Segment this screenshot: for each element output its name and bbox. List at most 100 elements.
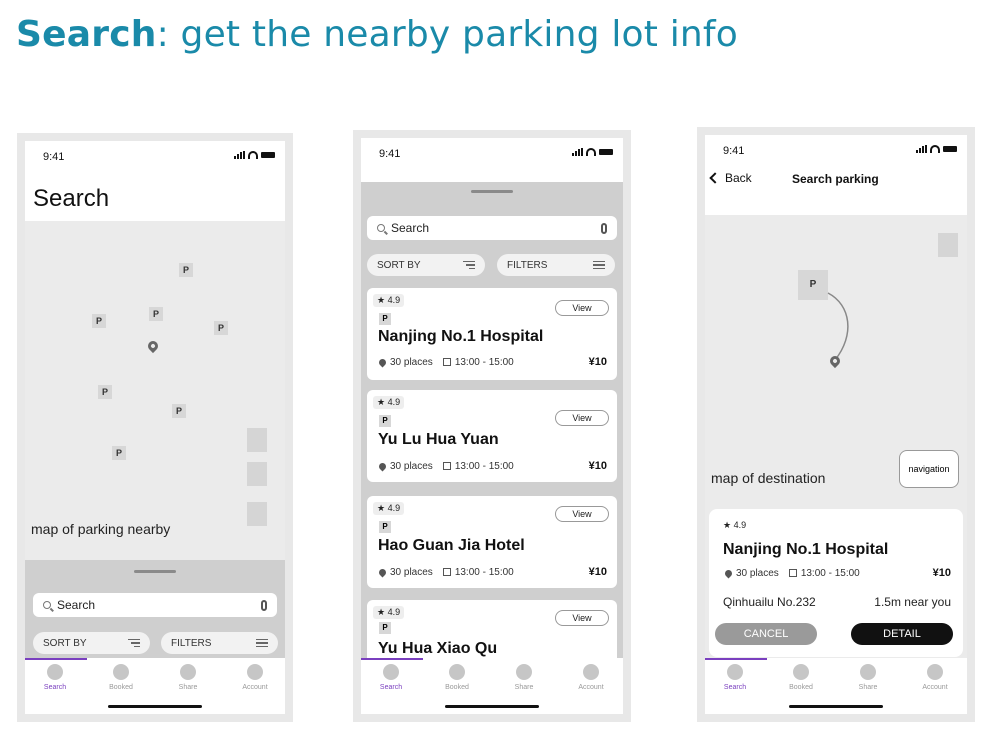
address: Qinhuailu No.232 <box>723 595 816 609</box>
wifi-icon <box>930 145 940 153</box>
active-tab-indicator <box>361 658 423 660</box>
parking-marker[interactable]: P <box>112 446 126 460</box>
parking-marker[interactable]: P <box>214 321 228 335</box>
parking-marker[interactable]: P <box>98 385 112 399</box>
status-bar: 9:41 <box>361 138 623 182</box>
filters-button[interactable]: FILTERS <box>161 632 278 654</box>
destination-map[interactable]: P map of destination navigation <box>705 215 967 497</box>
microphone-icon[interactable] <box>261 599 267 611</box>
search-input[interactable]: Search <box>33 593 277 617</box>
back-label: Back <box>725 171 752 185</box>
tab-search[interactable]: Search <box>361 664 421 691</box>
parking-marker[interactable]: P <box>179 263 193 277</box>
battery-icon <box>599 149 613 155</box>
back-button[interactable]: Back <box>709 171 752 185</box>
parking-marker[interactable]: P <box>149 307 163 321</box>
rating-badge: ★ 4.9 <box>373 606 405 619</box>
parking-marker[interactable]: P <box>92 314 106 328</box>
price: ¥10 <box>588 356 607 368</box>
parking-marker[interactable]: P <box>172 404 186 418</box>
rating-badge: ★ 4.9 <box>373 502 405 515</box>
view-button[interactable]: View <box>555 410 609 426</box>
screen-heading: Search <box>33 185 110 212</box>
navigation-button[interactable]: navigation <box>899 450 959 488</box>
sort-icon <box>463 260 475 270</box>
sheet-handle[interactable] <box>134 570 176 573</box>
wifi-icon <box>586 148 596 156</box>
filter-icon <box>256 638 268 648</box>
filters-button[interactable]: FILTERS <box>497 254 615 276</box>
cancel-button[interactable]: CANCEL <box>715 623 817 645</box>
tab-booked[interactable]: Booked <box>91 664 151 691</box>
places-count: 30 places <box>736 567 779 579</box>
tab-booked[interactable]: Booked <box>427 664 487 691</box>
sort-by-button[interactable]: SORT BY <box>367 254 485 276</box>
status-time: 9:41 <box>379 148 401 160</box>
calendar-icon <box>788 569 797 577</box>
chevron-left-icon <box>709 172 721 184</box>
map-label: map of destination <box>711 470 826 486</box>
phone-search-list: 9:41 Search SORT BY FILTERS ★ 4.9 P View… <box>353 130 631 722</box>
battery-icon <box>943 146 957 152</box>
parking-meta: 30 places 13:00 - 15:00 ¥10 <box>377 356 607 368</box>
time-range: 13:00 - 15:00 <box>454 460 514 472</box>
parking-name: Yu Hua Xiao Qu <box>378 640 498 657</box>
map-control-button[interactable] <box>247 462 267 486</box>
sort-by-label: SORT BY <box>377 259 421 271</box>
rating-badge: ★ 4.9 <box>723 520 747 530</box>
filter-icon <box>593 260 605 270</box>
view-button[interactable]: View <box>555 610 609 626</box>
sort-by-button[interactable]: SORT BY <box>33 632 150 654</box>
search-placeholder: Search <box>391 221 430 235</box>
time-range: 13:00 - 15:00 <box>454 566 514 578</box>
places-count: 30 places <box>390 356 433 368</box>
price: ¥10 <box>588 566 607 578</box>
search-input[interactable]: Search <box>367 216 617 240</box>
price: ¥10 <box>932 567 951 579</box>
places-count: 30 places <box>390 566 433 578</box>
filters-label: FILTERS <box>171 637 212 649</box>
tab-label: Booked <box>445 684 469 691</box>
tab-share[interactable]: Share <box>838 664 898 691</box>
tab-booked[interactable]: Booked <box>771 664 831 691</box>
phone-search-parking: 9:41 Back Search parking P map of destin… <box>697 127 975 722</box>
account-tab-icon <box>927 664 943 680</box>
detail-button[interactable]: DETAIL <box>851 623 953 645</box>
tab-bar: Search Booked Share Account <box>361 658 623 714</box>
tab-account[interactable]: Account <box>561 664 621 691</box>
booked-tab-icon <box>793 664 809 680</box>
microphone-icon[interactable] <box>601 222 607 234</box>
tab-label: Booked <box>109 684 133 691</box>
parking-meta: 30 places 13:00 - 15:00 ¥10 <box>723 567 951 579</box>
rating-badge: ★ 4.9 <box>373 396 405 409</box>
tab-search[interactable]: Search <box>705 664 765 691</box>
view-button[interactable]: View <box>555 506 609 522</box>
tab-search[interactable]: Search <box>25 664 85 691</box>
tab-account[interactable]: Account <box>225 664 285 691</box>
parking-meta: 30 places 13:00 - 15:00 ¥10 <box>377 460 607 472</box>
location-pin-icon <box>377 461 388 471</box>
view-button[interactable]: View <box>555 300 609 316</box>
search-placeholder: Search <box>57 598 96 612</box>
search-tab-icon <box>727 664 743 680</box>
location-pin-icon <box>377 357 388 367</box>
tab-share[interactable]: Share <box>158 664 218 691</box>
search-icon <box>377 224 385 232</box>
tab-account[interactable]: Account <box>905 664 965 691</box>
detail-card: ★ 4.9 Nanjing No.1 Hospital 30 places 13… <box>709 509 963 657</box>
active-tab-indicator <box>705 658 767 660</box>
tab-share[interactable]: Share <box>494 664 554 691</box>
map-control-button[interactable] <box>247 428 267 452</box>
calendar-icon <box>442 358 451 366</box>
parking-card[interactable]: ★ 4.9 P View Yu Lu Hua Yuan 30 places 13… <box>367 390 617 482</box>
wifi-icon <box>248 151 258 159</box>
parking-name: Nanjing No.1 Hospital <box>723 541 889 558</box>
map-control-button[interactable] <box>247 502 267 526</box>
signal-icon <box>572 148 583 156</box>
sheet-handle[interactable] <box>471 190 513 193</box>
parking-card[interactable]: ★ 4.9 P View Hao Guan Jia Hotel 30 place… <box>367 496 617 588</box>
parking-card[interactable]: ★ 4.9 P View Nanjing No.1 Hospital 30 pl… <box>367 288 617 380</box>
tab-bar: Search Booked Share Account <box>705 658 967 714</box>
location-pin-icon <box>377 567 388 577</box>
battery-icon <box>261 152 275 158</box>
